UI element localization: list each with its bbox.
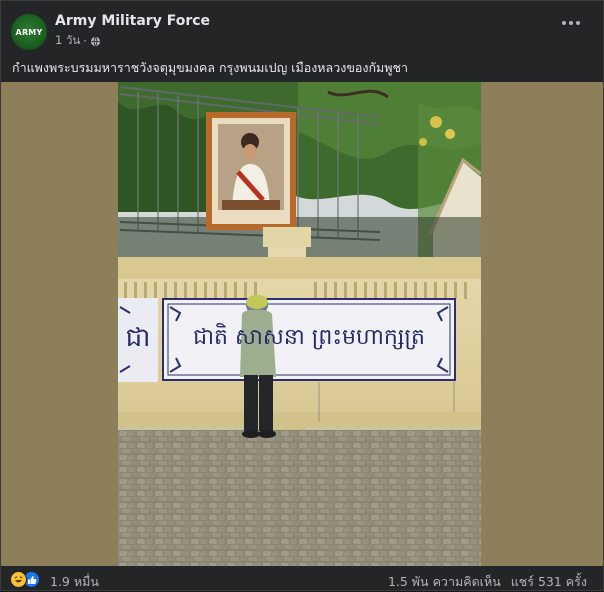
post-caption: กำแพงพระบรมมหาราชวังจตุมุขมงคล กรุงพนมเป… <box>12 60 409 75</box>
page-name-link[interactable]: Army Military Force <box>55 13 210 29</box>
banner-text: ជាតិ សាសនា ព្រះមហាក្សត្រ <box>193 325 425 350</box>
post-header: ARMY Army Military Force 1 วัน · <box>1 1 603 57</box>
avatar-logo-text: ARMY <box>15 27 43 37</box>
engagement-stats: 1.5 พัน ความคิดเห็น แชร์ 531 ครั้ง <box>388 572 587 592</box>
banner-left-fragment: ជា <box>125 323 151 353</box>
person-figure <box>240 295 276 438</box>
facebook-post-card: ARMY Army Military Force 1 วัน · กำแพงพร… <box>0 0 604 591</box>
page-avatar[interactable]: ARMY <box>11 14 47 50</box>
reaction-icons[interactable] <box>10 571 40 588</box>
comment-count[interactable]: 1.5 พัน ความคิดเห็น <box>388 572 501 592</box>
more-horizontal-icon[interactable] <box>559 15 583 31</box>
post-meta: 1 วัน · <box>55 32 101 50</box>
reaction-count[interactable]: 1.9 หมื่น <box>50 572 99 592</box>
post-footer: 1.9 หมื่น 1.5 พัน ความคิดเห็น แชร์ 531 ค… <box>1 567 603 591</box>
post-media[interactable]: ជា ជាតិ សាសនា ព្រះមហាក្សត្រ <box>1 82 603 566</box>
post-timestamp[interactable]: 1 วัน <box>55 32 80 50</box>
post-photo[interactable]: ជា ជាតិ សាសនា ព្រះមហាក្សត្រ <box>118 82 481 566</box>
share-count[interactable]: แชร์ 531 ครั้ง <box>511 572 587 592</box>
haha-icon <box>10 571 27 588</box>
globe-icon[interactable] <box>90 36 101 47</box>
